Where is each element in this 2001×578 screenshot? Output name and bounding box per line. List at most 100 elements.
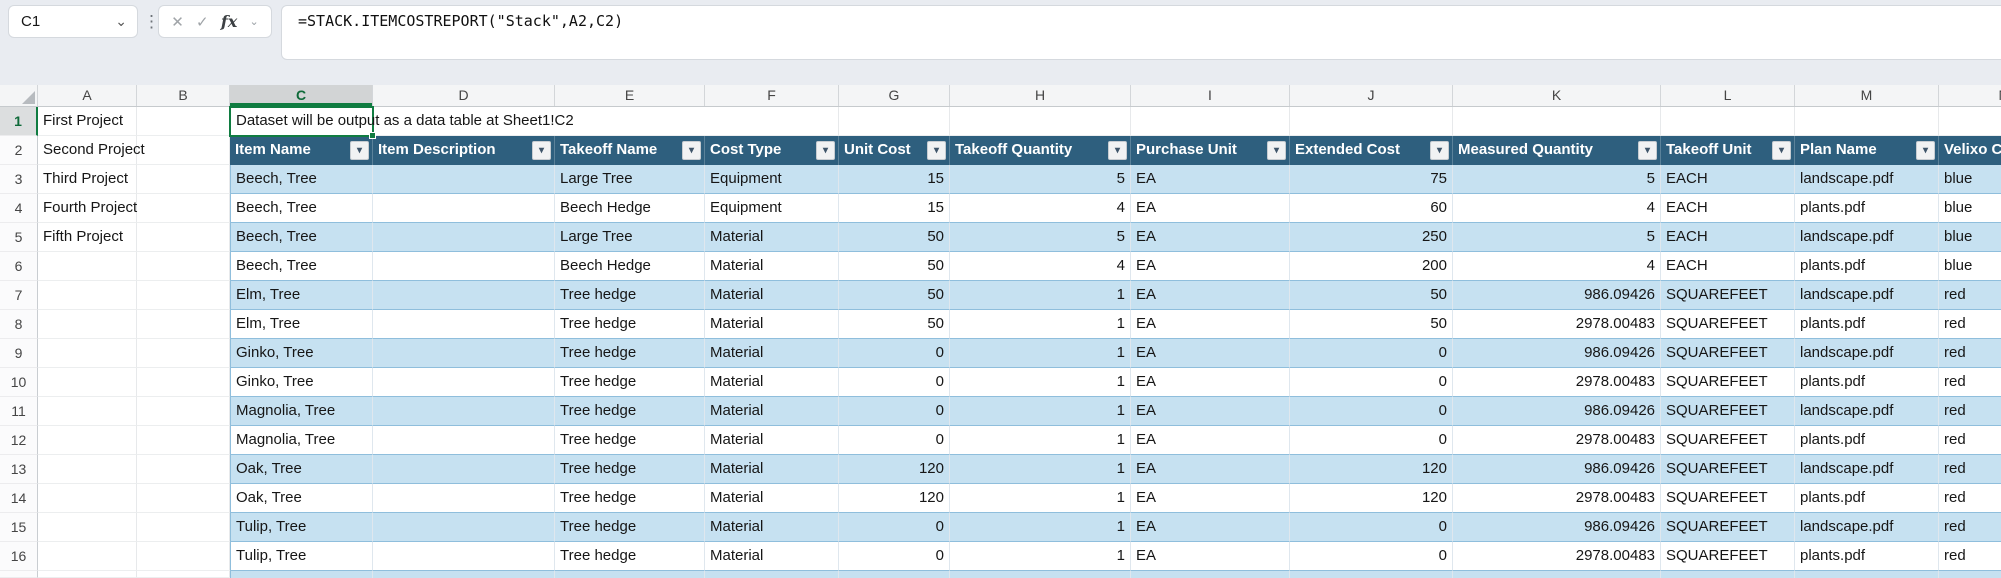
cell-K8[interactable]: 2978.00483	[1453, 310, 1661, 339]
cell-I5[interactable]: EA	[1131, 223, 1290, 252]
cell-K17[interactable]	[1453, 571, 1661, 578]
cell-L15[interactable]: SQUAREFEET	[1661, 513, 1795, 542]
cell-F6[interactable]: Material	[705, 252, 839, 281]
cell-H15[interactable]: 1	[950, 513, 1131, 542]
cell-K5[interactable]: 5	[1453, 223, 1661, 252]
table-header-plan-name[interactable]: Plan Name▾	[1795, 136, 1939, 165]
cell-K10[interactable]: 2978.00483	[1453, 368, 1661, 397]
cell-A10[interactable]	[38, 368, 137, 397]
cell-B15[interactable]	[137, 513, 230, 542]
cell-N4[interactable]: blue	[1939, 194, 2001, 223]
cell-G13[interactable]: 120	[839, 455, 950, 484]
column-header-J[interactable]: J	[1290, 85, 1453, 106]
cell-H8[interactable]: 1	[950, 310, 1131, 339]
cell-J11[interactable]: 0	[1290, 397, 1453, 426]
cell-H4[interactable]: 4	[950, 194, 1131, 223]
cell-G14[interactable]: 120	[839, 484, 950, 513]
cell-E1[interactable]	[555, 107, 705, 136]
cell-E15[interactable]: Tree hedge	[555, 513, 705, 542]
insert-function-icon[interactable]: fx	[221, 12, 237, 31]
row-header-15[interactable]: 15	[0, 513, 38, 542]
cell-F11[interactable]: Material	[705, 397, 839, 426]
filter-button[interactable]: ▾	[1430, 141, 1449, 160]
column-header-K[interactable]: K	[1453, 85, 1661, 106]
cell-B13[interactable]	[137, 455, 230, 484]
cell-F13[interactable]: Material	[705, 455, 839, 484]
cell-J5[interactable]: 250	[1290, 223, 1453, 252]
row-header-8[interactable]: 8	[0, 310, 38, 339]
cell-M8[interactable]: plants.pdf	[1795, 310, 1939, 339]
cell-L9[interactable]: SQUAREFEET	[1661, 339, 1795, 368]
cell-E16[interactable]: Tree hedge	[555, 542, 705, 571]
cell-A2[interactable]: Second Project	[38, 136, 137, 165]
cell-E8[interactable]: Tree hedge	[555, 310, 705, 339]
row-header-6[interactable]: 6	[0, 252, 38, 281]
cell-D16[interactable]	[373, 542, 555, 571]
cell-H6[interactable]: 4	[950, 252, 1131, 281]
cell-I11[interactable]: EA	[1131, 397, 1290, 426]
row-header-2[interactable]: 2	[0, 136, 38, 165]
cell-K6[interactable]: 4	[1453, 252, 1661, 281]
cell-B10[interactable]	[137, 368, 230, 397]
cell-M13[interactable]: landscape.pdf	[1795, 455, 1939, 484]
cell-H13[interactable]: 1	[950, 455, 1131, 484]
cell-A11[interactable]	[38, 397, 137, 426]
table-header-measured-quantity[interactable]: Measured Quantity▾	[1453, 136, 1661, 165]
cell-E13[interactable]: Tree hedge	[555, 455, 705, 484]
cell-J15[interactable]: 0	[1290, 513, 1453, 542]
cell-D9[interactable]	[373, 339, 555, 368]
cell-C6[interactable]: Beech, Tree	[230, 252, 373, 281]
cell-C11[interactable]: Magnolia, Tree	[230, 397, 373, 426]
cell-B1[interactable]	[137, 107, 230, 136]
cell-L3[interactable]: EACH	[1661, 165, 1795, 194]
row-header-17[interactable]	[0, 571, 38, 578]
cell-K11[interactable]: 986.09426	[1453, 397, 1661, 426]
cell-J14[interactable]: 120	[1290, 484, 1453, 513]
cell-C15[interactable]: Tulip, Tree	[230, 513, 373, 542]
cell-F14[interactable]: Material	[705, 484, 839, 513]
cell-D7[interactable]	[373, 281, 555, 310]
cell-D12[interactable]	[373, 426, 555, 455]
cell-A13[interactable]	[38, 455, 137, 484]
cell-G8[interactable]: 50	[839, 310, 950, 339]
table-header-takeoff-name[interactable]: Takeoff Name▾	[555, 136, 705, 165]
column-header-A[interactable]: A	[38, 85, 137, 106]
cell-G11[interactable]: 0	[839, 397, 950, 426]
cell-G1[interactable]	[839, 107, 950, 136]
cell-N3[interactable]: blue	[1939, 165, 2001, 194]
cell-N12[interactable]: red	[1939, 426, 2001, 455]
cell-A1[interactable]: First Project	[38, 107, 137, 136]
cell-C3[interactable]: Beech, Tree	[230, 165, 373, 194]
cell-J10[interactable]: 0	[1290, 368, 1453, 397]
cell-B9[interactable]	[137, 339, 230, 368]
column-header-H[interactable]: H	[950, 85, 1131, 106]
cell-B11[interactable]	[137, 397, 230, 426]
cell-N9[interactable]: red	[1939, 339, 2001, 368]
cell-D17[interactable]	[373, 571, 555, 578]
cell-N11[interactable]: red	[1939, 397, 2001, 426]
cell-L17[interactable]	[1661, 571, 1795, 578]
cell-J3[interactable]: 75	[1290, 165, 1453, 194]
cell-A7[interactable]	[38, 281, 137, 310]
row-header-14[interactable]: 14	[0, 484, 38, 513]
cell-A6[interactable]	[38, 252, 137, 281]
filter-button[interactable]: ▾	[350, 141, 369, 160]
select-all-corner[interactable]	[0, 85, 38, 106]
cell-G5[interactable]: 50	[839, 223, 950, 252]
cell-D15[interactable]	[373, 513, 555, 542]
cell-K9[interactable]: 986.09426	[1453, 339, 1661, 368]
cell-H10[interactable]: 1	[950, 368, 1131, 397]
cell-G7[interactable]: 50	[839, 281, 950, 310]
cell-J6[interactable]: 200	[1290, 252, 1453, 281]
column-header-I[interactable]: I	[1131, 85, 1290, 106]
cell-H17[interactable]	[950, 571, 1131, 578]
filter-button[interactable]: ▾	[682, 141, 701, 160]
filter-button[interactable]: ▾	[1638, 141, 1657, 160]
cell-G6[interactable]: 50	[839, 252, 950, 281]
filter-button[interactable]: ▾	[1916, 141, 1935, 160]
cell-J12[interactable]: 0	[1290, 426, 1453, 455]
cell-G15[interactable]: 0	[839, 513, 950, 542]
cell-M16[interactable]: plants.pdf	[1795, 542, 1939, 571]
cell-I12[interactable]: EA	[1131, 426, 1290, 455]
cell-B3[interactable]	[137, 165, 230, 194]
